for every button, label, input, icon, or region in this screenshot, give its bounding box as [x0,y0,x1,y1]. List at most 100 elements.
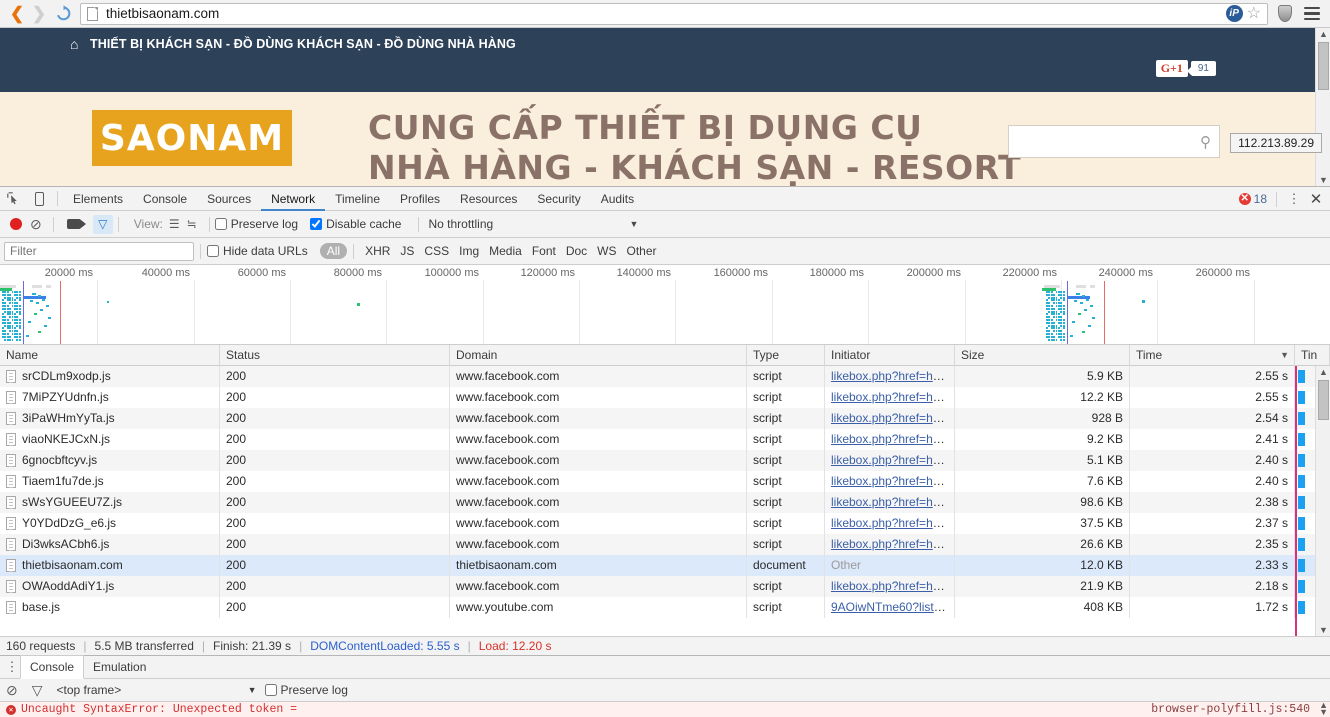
forward-arrow-icon[interactable]: ❯ [28,3,50,25]
console-frame-select[interactable]: <top frame> ▼ [57,683,257,697]
page-scrollbar[interactable]: ▲ ▼ [1315,28,1330,186]
filter-type-doc[interactable]: Doc [561,244,592,258]
initiator-link[interactable]: likebox.php?href=http… [831,474,954,488]
initiator-link[interactable]: likebox.php?href=http… [831,516,954,530]
drawer-tab-console[interactable]: Console [20,655,85,679]
table-row[interactable]: base.js 200 www.youtube.com script 9AOiwNTme… [0,597,1330,618]
table-row[interactable]: srCDLm9xodp.js 200 www.facebook.com script l… [0,366,1330,387]
tab-resources[interactable]: Resources [450,187,527,211]
scrollbar-thumb[interactable] [1318,42,1329,90]
table-row[interactable]: thietbisaonam.com 200 thietbisaonam.com doc… [0,555,1330,576]
view-waterfall-icon[interactable]: ≒ [187,217,197,231]
back-arrow-icon[interactable]: ❮ [6,3,28,25]
column-header-type[interactable]: Type [747,345,825,366]
cell-initiator[interactable]: likebox.php?href=http… [825,450,955,471]
bookmark-star-icon[interactable]: ☆ [1247,5,1261,22]
hamburger-menu-icon[interactable] [1304,6,1320,21]
column-header-time[interactable]: Time ▼ [1130,345,1295,366]
console-error-row[interactable]: ✕ Uncaught SyntaxError: Unexpected token… [0,702,1330,717]
cell-initiator[interactable]: likebox.php?href=http… [825,429,955,450]
cell-initiator[interactable]: likebox.php?href=http… [825,471,955,492]
initiator-link[interactable]: likebox.php?href=http… [831,369,954,383]
table-row[interactable]: Tiaem1fu7de.js 200 www.facebook.com script l… [0,471,1330,492]
filter-input[interactable] [4,241,194,261]
table-scroll-down-icon[interactable]: ▼ [1319,625,1328,635]
preserve-log-input[interactable] [214,218,227,230]
initiator-link[interactable]: likebox.php?href=http… [831,411,954,425]
cell-initiator[interactable]: Other [825,555,955,576]
drawer-tab-emulation[interactable]: Emulation [84,656,155,679]
devtools-more-icon[interactable]: ⋮ [1286,191,1302,207]
network-overview-timeline[interactable]: 20000 ms 40000 ms 60000 ms 80000 ms 100000 m… [0,265,1330,345]
hide-data-urls-checkbox[interactable]: Hide data URLs [207,244,308,258]
filter-type-other[interactable]: Other [622,244,662,258]
scroll-down-arrow-icon[interactable]: ▼ [1319,175,1328,185]
table-row[interactable]: 7MiPZYUdnfn.js 200 www.facebook.com script l… [0,387,1330,408]
cell-initiator[interactable]: likebox.php?href=http… [825,492,955,513]
preserve-log-checkbox[interactable]: Preserve log [214,217,298,231]
console-scroll-arrows-icon[interactable]: ▲ ▼ [1319,702,1328,717]
column-header-status[interactable]: Status [220,345,450,366]
google-plus-one-badge[interactable]: G+1 91 [1155,60,1216,77]
filter-type-ws[interactable]: WS [592,244,621,258]
initiator-link[interactable]: likebox.php?href=http… [831,537,954,551]
filter-type-media[interactable]: Media [484,244,527,258]
filter-type-css[interactable]: CSS [419,244,454,258]
tab-sources[interactable]: Sources [197,187,261,211]
table-row[interactable]: sWsYGUEEU7Z.js 200 www.facebook.com script l… [0,492,1330,513]
initiator-link[interactable]: likebox.php?href=http… [831,453,954,467]
address-bar[interactable]: thietbisaonam.com iP ☆ [80,2,1268,25]
table-scrollbar-thumb[interactable] [1318,380,1329,420]
close-icon[interactable]: ✕ [1306,190,1326,208]
console-preserve-log-input[interactable] [264,684,277,696]
inspect-element-icon[interactable] [0,187,26,210]
table-row[interactable]: Di3wksACbh6.js 200 www.facebook.com script l… [0,534,1330,555]
view-list-icon[interactable]: ☰ [169,217,180,231]
tab-console[interactable]: Console [133,187,197,211]
table-row[interactable]: OWAoddAdiY1.js 200 www.facebook.com script l… [0,576,1330,597]
device-toolbar-icon[interactable] [26,187,52,210]
ip-extension-icon[interactable]: iP [1225,5,1243,22]
filter-type-img[interactable]: Img [454,244,484,258]
site-search-input[interactable]: ⚲ [1008,125,1220,158]
disable-cache-checkbox[interactable]: Disable cache [310,217,401,231]
table-row[interactable]: Y0YDdDzG_e6.js 200 www.facebook.com script l… [0,513,1330,534]
scroll-up-arrow-icon[interactable]: ▲ [1319,29,1328,39]
shield-extension-icon[interactable] [1278,5,1292,22]
throttling-select[interactable]: No throttling ▼ [428,217,638,231]
filter-type-all[interactable]: All [319,243,348,259]
drawer-handle-icon[interactable]: ⋮ [4,659,20,675]
tab-audits[interactable]: Audits [591,187,644,211]
table-scroll-up-icon[interactable]: ▲ [1319,367,1328,377]
record-button[interactable] [10,218,22,230]
cell-initiator[interactable]: likebox.php?href=http… [825,387,955,408]
cell-initiator[interactable]: likebox.php?href=http… [825,513,955,534]
initiator-link[interactable]: likebox.php?href=http… [831,495,954,509]
initiator-link[interactable]: likebox.php?href=http… [831,579,954,593]
reload-icon[interactable] [52,3,74,25]
filter-type-xhr[interactable]: XHR [360,244,395,258]
error-count-badge[interactable]: ✕ 18 [1238,192,1267,206]
cell-initiator[interactable]: likebox.php?href=http… [825,408,955,429]
cell-initiator[interactable]: 9AOiwNTme60?list=P… [825,597,955,618]
console-filter-icon[interactable]: ▽ [32,682,43,699]
cell-initiator[interactable]: likebox.php?href=http… [825,576,955,597]
site-logo[interactable]: SAONAM [92,110,292,166]
table-row[interactable]: 3iPaWHmYyTa.js 200 www.facebook.com script l… [0,408,1330,429]
column-header-domain[interactable]: Domain [450,345,747,366]
table-row[interactable]: 6gnocbftcyv.js 200 www.facebook.com script l… [0,450,1330,471]
tab-profiles[interactable]: Profiles [390,187,450,211]
initiator-link[interactable]: likebox.php?href=http… [831,390,954,404]
column-header-initiator[interactable]: Initiator [825,345,955,366]
tab-security[interactable]: Security [527,187,590,211]
table-row[interactable]: viaoNKEJCxN.js 200 www.facebook.com script l… [0,429,1330,450]
initiator-link[interactable]: likebox.php?href=http… [831,432,954,446]
console-error-source[interactable]: browser-polyfill.js:540 [1151,702,1310,717]
home-icon[interactable]: ⌂ [70,36,78,52]
tab-elements[interactable]: Elements [63,187,133,211]
cell-initiator[interactable]: likebox.php?href=http… [825,366,955,387]
clear-icon[interactable]: ⊘ [30,216,42,233]
console-clear-icon[interactable]: ⊘ [6,682,18,699]
filter-type-js[interactable]: JS [395,244,419,258]
console-preserve-log-checkbox[interactable]: Preserve log [264,683,348,697]
